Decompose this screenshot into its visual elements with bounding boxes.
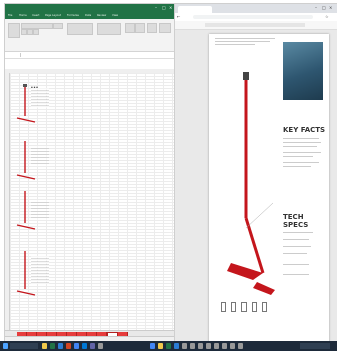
tab-file[interactable]: File	[8, 14, 12, 17]
minimize-icon[interactable]: –	[155, 5, 157, 10]
text-line	[283, 138, 319, 139]
browser-tab-bar: – □ ×	[175, 4, 337, 13]
formula-bar[interactable]	[5, 53, 175, 59]
browser-tab[interactable]	[178, 6, 212, 13]
spec-values-block	[31, 200, 49, 220]
close-icon[interactable]: ×	[169, 5, 172, 10]
tab-view[interactable]: View	[112, 14, 118, 17]
file-explorer-icon[interactable]	[158, 343, 163, 349]
text-line	[215, 41, 270, 42]
pdf-page: KEY FACTS TECH SPECS	[209, 34, 329, 342]
spec-row	[283, 232, 313, 233]
feature-icon	[261, 302, 268, 312]
tab-home[interactable]: Home	[19, 14, 27, 17]
product-photo	[283, 42, 323, 100]
key-facts-heading: KEY FACTS	[283, 126, 326, 134]
feature-icon	[251, 302, 257, 312]
spec-row	[283, 274, 309, 275]
chrome-icon[interactable]	[74, 343, 79, 349]
powerpoint-icon[interactable]	[66, 343, 71, 349]
feature-icon	[241, 302, 247, 312]
format-table-button[interactable]	[135, 23, 145, 33]
text-line	[215, 44, 255, 45]
search-box[interactable]	[10, 343, 38, 349]
star-icon[interactable]: ☆	[325, 14, 329, 19]
excel-icon[interactable]	[50, 343, 55, 349]
text-line	[283, 156, 313, 157]
paste-button[interactable]	[8, 23, 20, 38]
underline-button[interactable]	[33, 29, 39, 35]
spec-values-block	[31, 256, 49, 284]
pdf-viewer-window: – □ × ← ☆ KEY FACTS TECH SPECS	[174, 3, 337, 343]
word-icon[interactable]	[58, 343, 63, 349]
outlook-icon[interactable]	[82, 343, 87, 349]
app-icon[interactable]	[230, 343, 235, 349]
text-line	[283, 152, 321, 153]
sort-filter-button[interactable]	[159, 23, 171, 33]
name-box[interactable]	[6, 53, 21, 57]
app-icon[interactable]	[198, 343, 203, 349]
conditional-format-button[interactable]	[125, 23, 135, 33]
excel-window: – □ × File Home Insert Page Layout Formu…	[4, 3, 176, 343]
hydrofoil-drawing	[227, 72, 275, 295]
spec-row	[283, 239, 309, 240]
chrome-icon[interactable]	[150, 343, 155, 349]
back-icon[interactable]: ←	[177, 14, 180, 19]
tab-formulas[interactable]: Formulas	[67, 14, 79, 17]
feature-icon	[231, 302, 237, 312]
tab-insert[interactable]: Insert	[32, 14, 39, 17]
teams-icon[interactable]	[90, 343, 95, 349]
spec-values-block	[31, 88, 49, 108]
app-icon[interactable]	[238, 343, 243, 349]
text-line	[215, 38, 275, 39]
close-icon[interactable]: ×	[329, 5, 332, 10]
tab-page-layout[interactable]: Page Layout	[45, 14, 61, 17]
tab-review[interactable]: Review	[97, 14, 106, 17]
app-icon[interactable]	[206, 343, 211, 349]
pdf-toolbar	[175, 21, 337, 30]
app-icon[interactable]	[98, 343, 103, 349]
text-line	[283, 162, 319, 163]
system-tray[interactable]	[300, 343, 330, 349]
alignment-group[interactable]	[67, 23, 93, 35]
insert-cells-button[interactable]	[147, 23, 157, 33]
spec-row	[283, 246, 311, 247]
text-line	[283, 142, 321, 143]
ribbon	[5, 19, 175, 52]
tab-data[interactable]: Data	[85, 14, 91, 17]
spec-row	[283, 264, 309, 265]
app-icon[interactable]	[214, 343, 219, 349]
url-field[interactable]	[193, 15, 313, 19]
spec-row	[283, 253, 307, 254]
start-icon[interactable]	[3, 343, 8, 349]
maximize-icon[interactable]: □	[322, 5, 326, 10]
text-line	[283, 166, 311, 167]
app-icon[interactable]	[222, 343, 227, 349]
text-line	[283, 146, 317, 147]
number-group[interactable]	[97, 23, 121, 35]
excel-icon[interactable]	[166, 343, 171, 349]
feature-icon	[221, 302, 227, 312]
spec-table	[283, 230, 323, 290]
taskbar	[0, 341, 337, 351]
feature-icons	[221, 302, 268, 312]
word-icon[interactable]	[174, 343, 179, 349]
app-icon[interactable]	[190, 343, 195, 349]
pdf-tools[interactable]	[205, 23, 305, 27]
minimize-icon[interactable]: –	[315, 5, 317, 10]
font-size-select[interactable]	[53, 23, 63, 29]
spec-values-block	[31, 146, 49, 166]
excel-title-bar: – □ ×	[5, 4, 175, 13]
file-explorer-icon[interactable]	[42, 343, 47, 349]
maximize-icon[interactable]: □	[162, 5, 166, 10]
tech-specs-heading: TECH SPECS	[283, 213, 309, 229]
app-icon[interactable]	[182, 343, 187, 349]
